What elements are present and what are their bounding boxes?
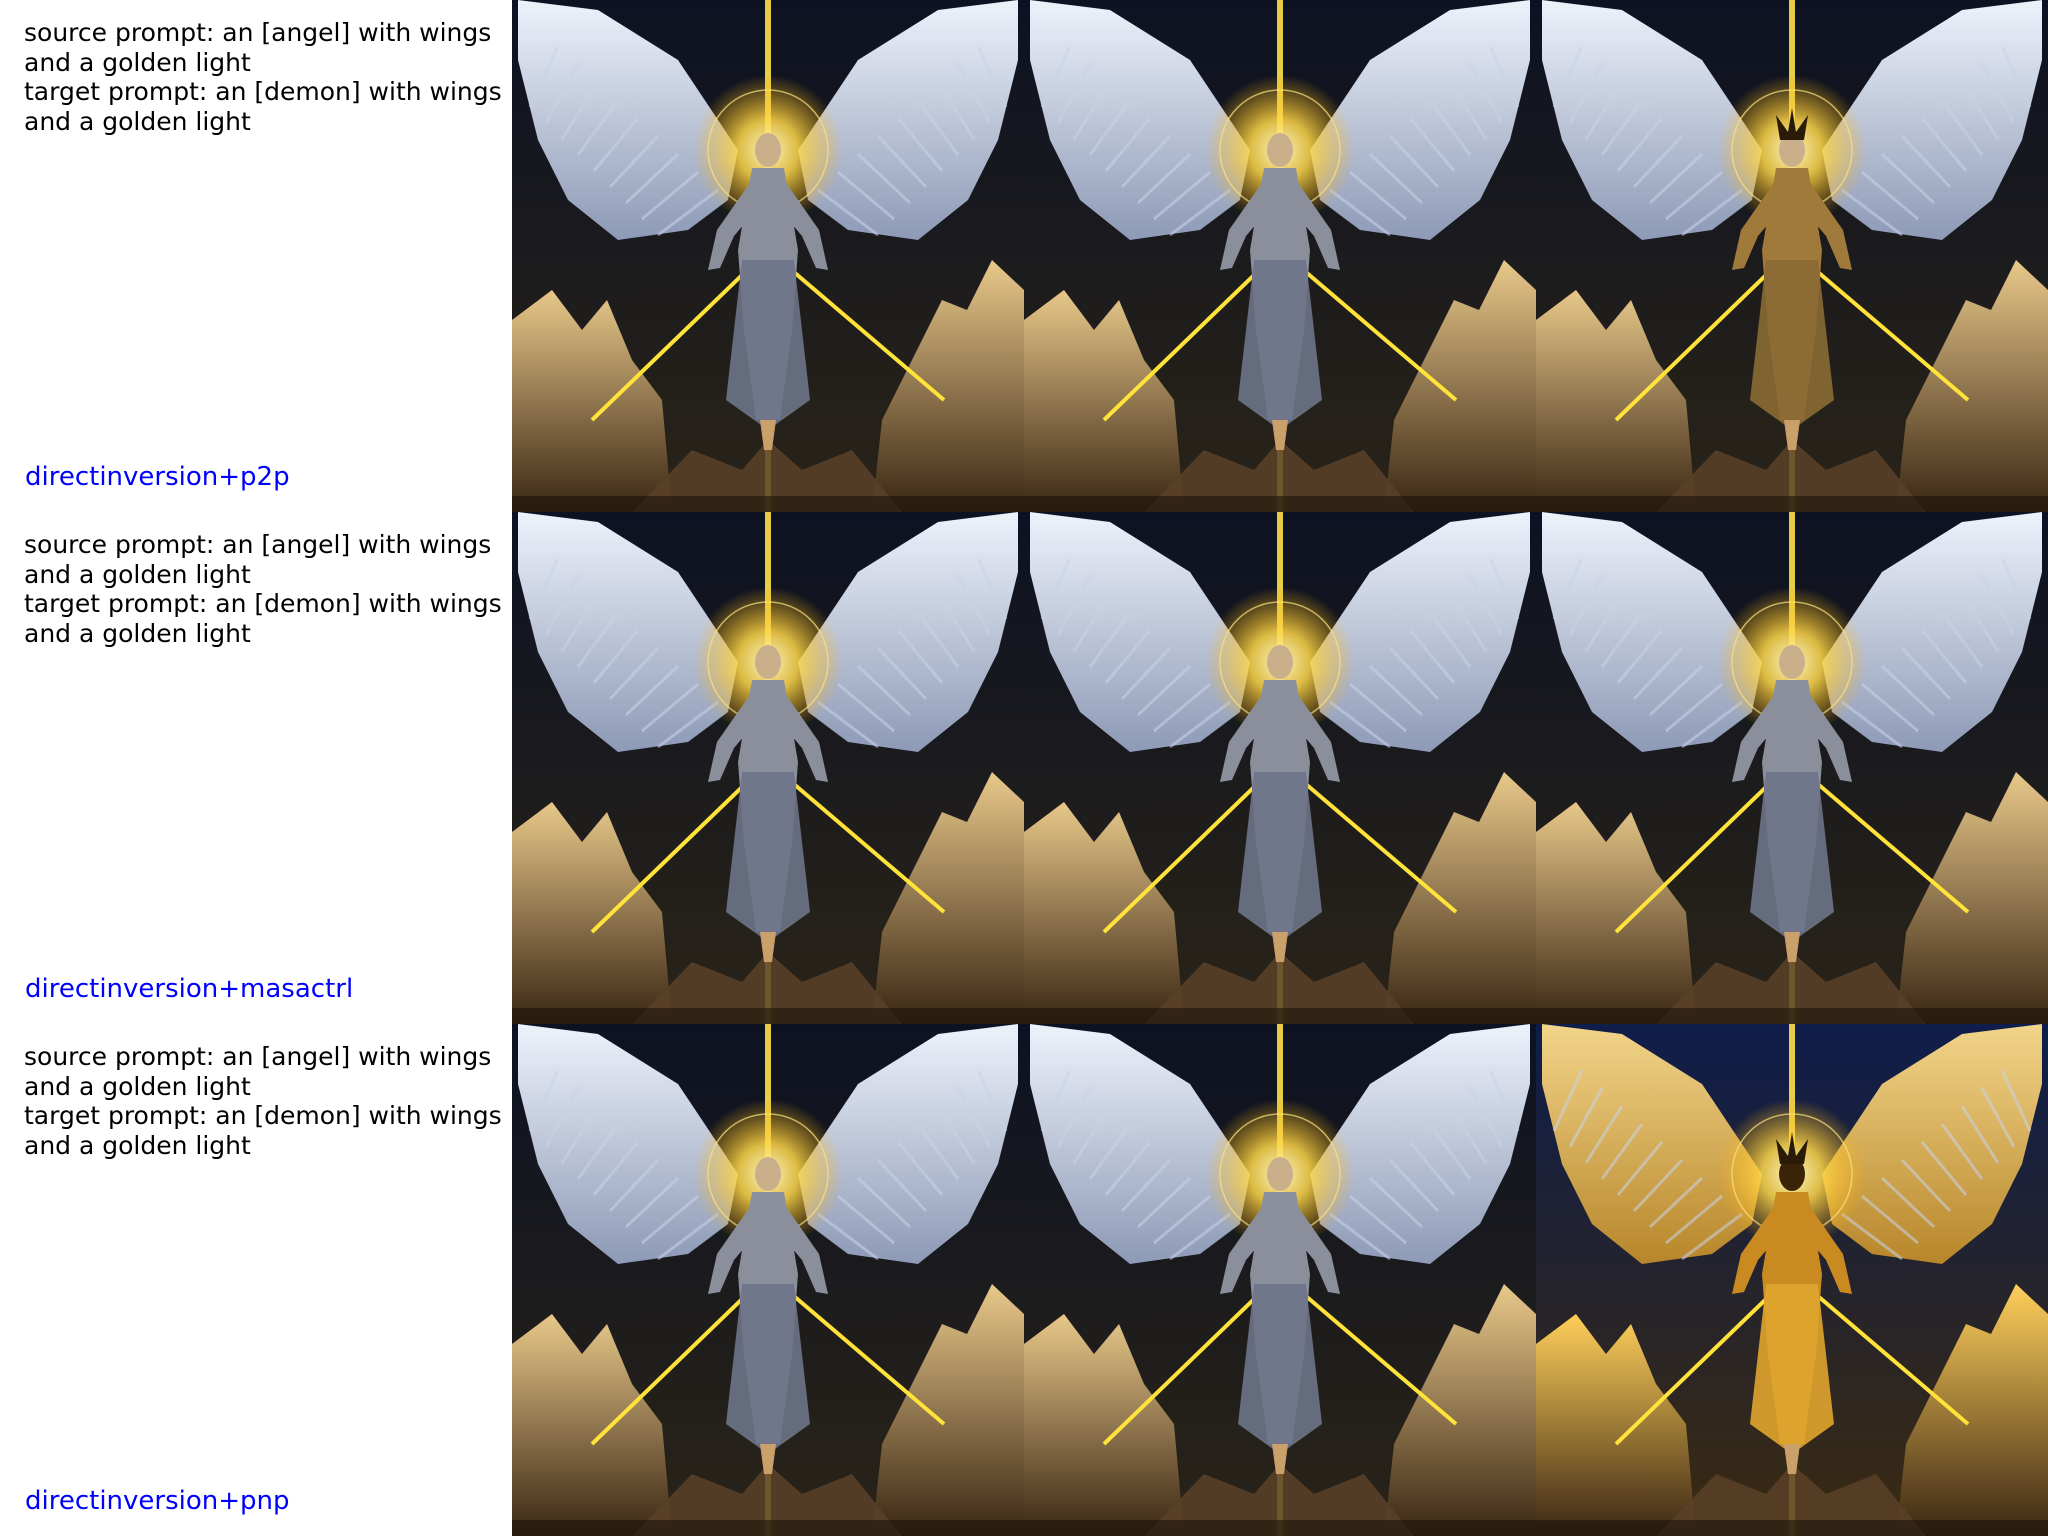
edited-image xyxy=(1536,1024,2048,1536)
method-label: directinversion+p2p xyxy=(25,462,290,492)
source-image xyxy=(512,0,1024,512)
target-prompt: target prompt: an [demon] with wings and… xyxy=(24,77,510,136)
comparison-row: source prompt: an [angel] with wings and… xyxy=(0,512,2048,1024)
label-panel: source prompt: an [angel] with wings and… xyxy=(0,0,512,512)
figure-illustration xyxy=(1536,1024,2048,1536)
edited-image xyxy=(1536,512,2048,1024)
reconstruction-image xyxy=(1024,512,1536,1024)
prompt-block: source prompt: an [angel] with wings and… xyxy=(24,530,508,648)
figure-illustration xyxy=(512,0,1024,512)
target-prompt: target prompt: an [demon] with wings and… xyxy=(24,1101,510,1160)
figure-illustration xyxy=(1536,0,2048,512)
source-prompt: source prompt: an [angel] with wings and… xyxy=(24,18,500,77)
label-panel: source prompt: an [angel] with wings and… xyxy=(0,512,512,1024)
reconstruction-image xyxy=(1024,0,1536,512)
figure-illustration xyxy=(512,1024,1024,1536)
edited-image xyxy=(1536,0,2048,512)
figure-illustration xyxy=(1024,0,1536,512)
source-prompt: source prompt: an [angel] with wings and… xyxy=(24,530,500,589)
method-label: directinversion+pnp xyxy=(25,1486,290,1516)
figure-illustration xyxy=(1024,1024,1536,1536)
comparison-row: source prompt: an [angel] with wings and… xyxy=(0,0,2048,512)
source-image xyxy=(512,1024,1024,1536)
source-prompt: source prompt: an [angel] with wings and… xyxy=(24,1042,500,1101)
comparison-grid: source prompt: an [angel] with wings and… xyxy=(0,0,2048,1536)
figure-illustration xyxy=(512,512,1024,1024)
label-panel: source prompt: an [angel] with wings and… xyxy=(0,1024,512,1536)
prompt-block: source prompt: an [angel] with wings and… xyxy=(24,1042,508,1160)
target-prompt: target prompt: an [demon] with wings and… xyxy=(24,589,510,648)
figure-illustration xyxy=(1024,512,1536,1024)
method-label: directinversion+masactrl xyxy=(25,974,354,1004)
reconstruction-image xyxy=(1024,1024,1536,1536)
source-image xyxy=(512,512,1024,1024)
prompt-block: source prompt: an [angel] with wings and… xyxy=(24,18,508,136)
figure-illustration xyxy=(1536,512,2048,1024)
comparison-row: source prompt: an [angel] with wings and… xyxy=(0,1024,2048,1536)
